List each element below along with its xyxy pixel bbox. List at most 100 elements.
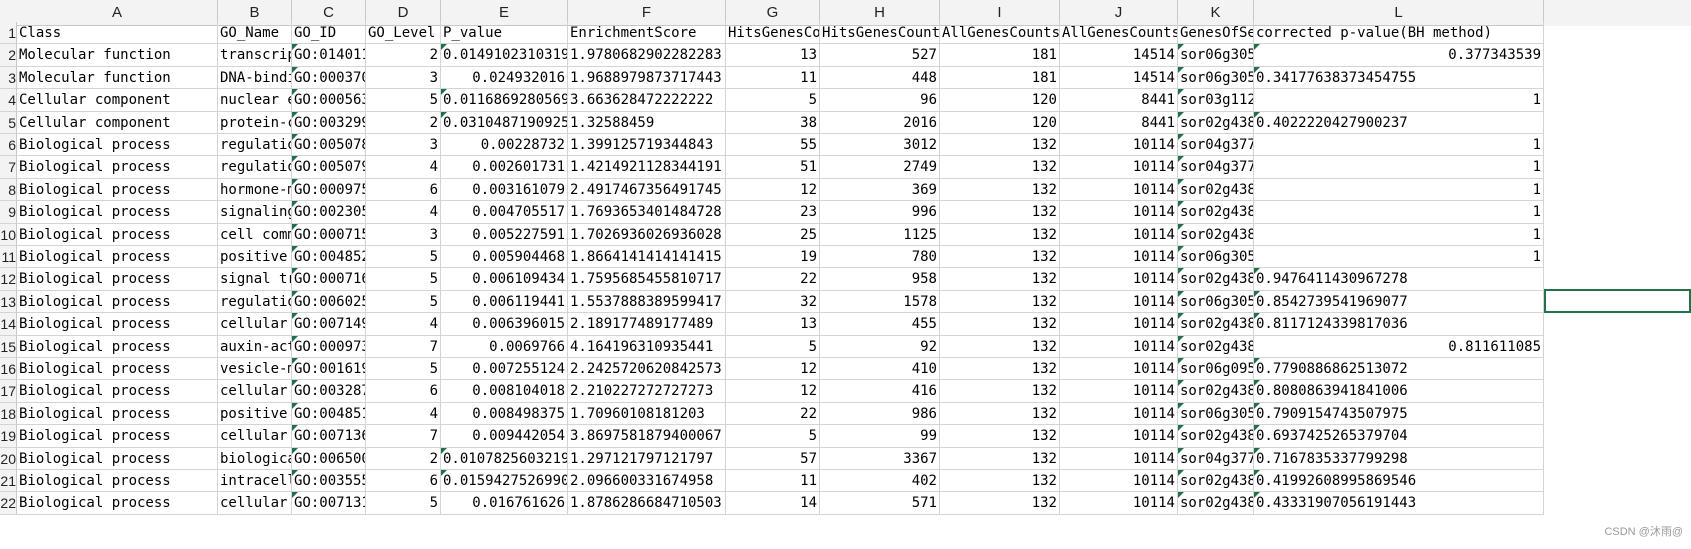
cell-j[interactable]: 10114: [1060, 402, 1178, 426]
cell-e[interactable]: 0.024932016: [441, 66, 568, 90]
cell-k[interactable]: GenesOfSe: [1178, 22, 1254, 45]
cell-g[interactable]: 11: [726, 66, 820, 90]
cell-f[interactable]: 1.70960108181203: [568, 402, 726, 426]
cell-a[interactable]: Class: [17, 22, 218, 45]
cell-d[interactable]: 3: [366, 134, 441, 157]
cell-l[interactable]: 0.7909154743507975: [1254, 402, 1544, 426]
cell-j[interactable]: 10114: [1060, 201, 1178, 224]
cell-h[interactable]: 369: [820, 178, 940, 202]
cell-h[interactable]: 2749: [820, 156, 940, 179]
cell-c[interactable]: GO:005079: [292, 156, 366, 179]
cell-d[interactable]: 6: [366, 470, 441, 493]
cell-i[interactable]: 132: [940, 201, 1060, 224]
cell-a[interactable]: Biological process: [17, 313, 218, 336]
cell-a[interactable]: Biological process: [17, 134, 218, 157]
cell-g[interactable]: 5: [726, 335, 820, 358]
cell-i[interactable]: 132: [940, 290, 1060, 314]
cell-f[interactable]: 1.297121797121797: [568, 447, 726, 470]
cell-k[interactable]: sor04g377: [1178, 156, 1254, 179]
cell-e[interactable]: 0.0116869280569: [441, 89, 568, 112]
cell-e[interactable]: 0.006109434: [441, 268, 568, 291]
cell-j[interactable]: 10114: [1060, 358, 1178, 381]
cell-e[interactable]: 0.004705517: [441, 201, 568, 224]
row-header[interactable]: 16: [0, 358, 17, 381]
cell-i[interactable]: 132: [940, 156, 1060, 179]
row-header[interactable]: 21: [0, 470, 17, 493]
cell-i[interactable]: 132: [940, 134, 1060, 157]
row-header[interactable]: 1: [0, 22, 17, 45]
cell-g[interactable]: 14: [726, 492, 820, 515]
cell-c[interactable]: GO:003287: [292, 380, 366, 403]
cell-e[interactable]: 0.007255124: [441, 358, 568, 381]
cell-j[interactable]: 14514: [1060, 44, 1178, 67]
cell-l[interactable]: 1: [1254, 156, 1544, 179]
cell-b[interactable]: positive: [218, 402, 292, 426]
cell-h[interactable]: 3367: [820, 447, 940, 470]
cell-g[interactable]: 55: [726, 134, 820, 157]
cell-j[interactable]: 10114: [1060, 268, 1178, 291]
cell-l[interactable]: 0.41992608995869546: [1254, 470, 1544, 493]
row-header[interactable]: 14: [0, 313, 17, 336]
cell-j[interactable]: 10114: [1060, 223, 1178, 246]
cell-h[interactable]: 410: [820, 358, 940, 381]
cell-b[interactable]: cell comm: [218, 223, 292, 246]
cell-g[interactable]: 38: [726, 111, 820, 134]
cell-k[interactable]: sor02g438: [1178, 268, 1254, 291]
cell-f[interactable]: 1.5537888389599417: [568, 290, 726, 314]
cell-i[interactable]: 132: [940, 380, 1060, 403]
cell-b[interactable]: transcrip: [218, 44, 292, 67]
cell-d[interactable]: 4: [366, 313, 441, 336]
cell-d[interactable]: 5: [366, 358, 441, 381]
cell-k[interactable]: sor02g438: [1178, 425, 1254, 448]
cell-e[interactable]: 0.008104018: [441, 380, 568, 403]
cell-h[interactable]: 402: [820, 470, 940, 493]
cell-b[interactable]: protein-c: [218, 111, 292, 134]
cell-h[interactable]: 448: [820, 66, 940, 90]
cell-h[interactable]: 1578: [820, 290, 940, 314]
cell-c[interactable]: GO:000716: [292, 268, 366, 291]
cell-h[interactable]: 3012: [820, 134, 940, 157]
cell-k[interactable]: sor02g438: [1178, 313, 1254, 336]
cell-a[interactable]: Cellular component: [17, 89, 218, 112]
cell-c[interactable]: GO:000975: [292, 178, 366, 202]
cell-d[interactable]: 2: [366, 44, 441, 67]
cell-h[interactable]: 1125: [820, 223, 940, 246]
cell-b[interactable]: nuclear e: [218, 89, 292, 112]
cell-i[interactable]: 132: [940, 402, 1060, 426]
row-header[interactable]: 3: [0, 66, 17, 90]
cell-h[interactable]: 99: [820, 425, 940, 448]
cell-i[interactable]: 132: [940, 492, 1060, 515]
cell-g[interactable]: 12: [726, 358, 820, 381]
cell-g[interactable]: 57: [726, 447, 820, 470]
cell-i[interactable]: 132: [940, 358, 1060, 381]
cell-b[interactable]: vesicle-m: [218, 358, 292, 381]
cell-f[interactable]: 1.7693653401484728: [568, 201, 726, 224]
cell-i[interactable]: 120: [940, 89, 1060, 112]
row-header[interactable]: 22: [0, 492, 17, 515]
cell-h[interactable]: 416: [820, 380, 940, 403]
cell-a[interactable]: Biological process: [17, 425, 218, 448]
cell-f[interactable]: 3.663628472222222: [568, 89, 726, 112]
cell-l[interactable]: corrected p-value(BH method): [1254, 22, 1544, 45]
cell-k[interactable]: sor04g377: [1178, 134, 1254, 157]
cell-b[interactable]: signaling: [218, 201, 292, 224]
cell-d[interactable]: GO_Level: [366, 22, 441, 45]
cell-k[interactable]: sor06g305: [1178, 44, 1254, 67]
cell-d[interactable]: 3: [366, 66, 441, 90]
row-header[interactable]: 12: [0, 268, 17, 291]
cell-l[interactable]: 0.4022220427900237: [1254, 111, 1544, 134]
row-header[interactable]: 15: [0, 335, 17, 358]
cell-b[interactable]: auxin-act: [218, 335, 292, 358]
cell-d[interactable]: 5: [366, 268, 441, 291]
cell-e[interactable]: P_value: [441, 22, 568, 45]
cell-j[interactable]: 10114: [1060, 470, 1178, 493]
cell-c[interactable]: GO:000973: [292, 335, 366, 358]
cell-l[interactable]: 1: [1254, 178, 1544, 202]
cell-l[interactable]: 0.8080863941841006: [1254, 380, 1544, 403]
cell-b[interactable]: cellular: [218, 313, 292, 336]
cell-l[interactable]: 0.9476411430967278: [1254, 268, 1544, 291]
cell-a[interactable]: Biological process: [17, 470, 218, 493]
cell-l[interactable]: 1: [1254, 201, 1544, 224]
cell-k[interactable]: sor02g438: [1178, 223, 1254, 246]
cell-d[interactable]: 4: [366, 201, 441, 224]
